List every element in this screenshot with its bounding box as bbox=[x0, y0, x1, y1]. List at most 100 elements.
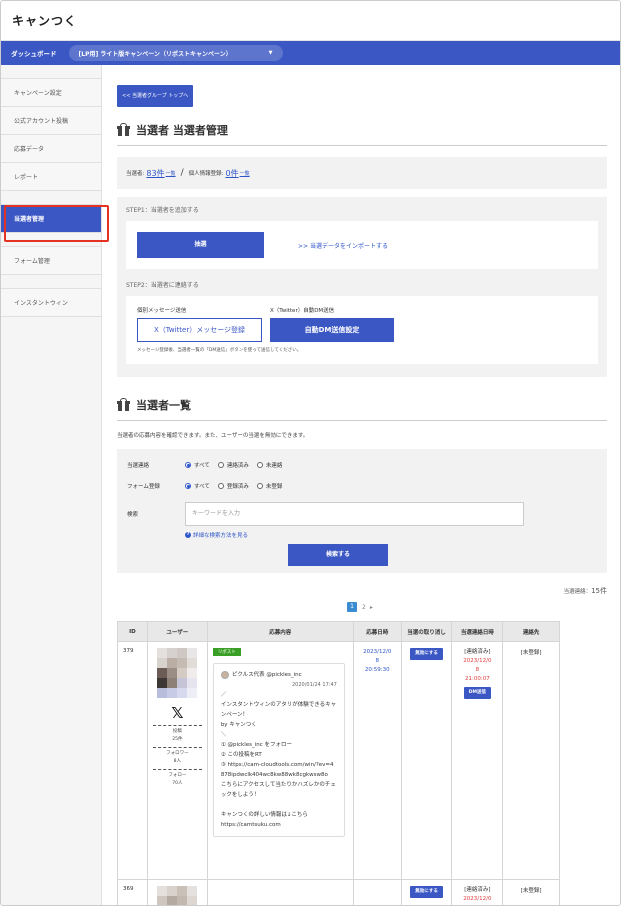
import-winners-link[interactable]: >> 当選データをインポートする bbox=[298, 241, 388, 250]
row-id: 369 bbox=[117, 879, 148, 905]
row-id: 379 bbox=[117, 641, 148, 880]
contact-info-cell: [未登録] bbox=[502, 641, 560, 880]
user-cell bbox=[146, 879, 208, 905]
contact-radio-uncontacted[interactable]: 未連絡 bbox=[256, 461, 282, 469]
contact-filter-label: 当選連絡 bbox=[127, 463, 150, 469]
section-title-management: 当選者 当選者管理 bbox=[117, 122, 607, 146]
step1-panel: 抽選 >> 当選データをインポートする bbox=[126, 221, 598, 269]
steps-panel: STEP1：当選者を追加する 抽選 >> 当選データをインポートする STEP2… bbox=[117, 197, 607, 377]
tweet-line: ／ bbox=[220, 692, 227, 698]
app-window: キャンつく ダッシュボード [LP用] ライト版キャンペーン（リポストキャンペー… bbox=[0, 0, 621, 906]
contact-count: 当選連絡：15件 bbox=[563, 587, 607, 595]
contact-date-cell: [連絡済み] 2023/12/0 bbox=[451, 879, 504, 905]
auto-dm-settings-button[interactable]: 自動DM送信設定 bbox=[270, 318, 394, 342]
winners-count-link[interactable]: 83件 bbox=[146, 168, 164, 179]
form-filter-label: フォーム登録 bbox=[127, 484, 160, 490]
personal-count-link[interactable]: 0件 bbox=[225, 168, 238, 179]
sidebar-item-campaign-settings[interactable]: キャンペーン設定 bbox=[1, 79, 101, 107]
tweet-header: ピクルス代表 @pickles_inc bbox=[220, 670, 337, 680]
user-stats: 投稿 25件 bbox=[152, 725, 202, 744]
app-logo[interactable]: キャンつく bbox=[12, 12, 609, 29]
sidebar-item-forms[interactable]: フォーム管理 bbox=[1, 247, 101, 275]
lottery-button[interactable]: 抽選 bbox=[137, 232, 264, 258]
col-contact-date[interactable]: 当選連絡日時 bbox=[451, 621, 504, 642]
invalidate-button[interactable]: 無効にする bbox=[410, 886, 443, 898]
tweet-line: https://camtsuku.com bbox=[220, 822, 281, 828]
page-current[interactable]: 1 bbox=[347, 602, 357, 612]
form-filter-row: フォーム登録 すべて 登録済み 未登録 bbox=[127, 481, 597, 491]
contact-date-cell: [連絡済み] 2023/12/0 8 21:00:07 DM送信 bbox=[451, 641, 504, 880]
table-row: 369 無効にする [連絡済み] 2023/12/0 [未登録] bbox=[117, 879, 560, 905]
register-message-button[interactable]: X（Twitter）メッセージ登録 bbox=[137, 318, 262, 342]
keyword-input[interactable]: キーワードを入力 bbox=[185, 502, 524, 526]
main-content: << 当選者グループ トップへ 当選者 当選者管理 当選者: 83件 一覧 / … bbox=[102, 65, 620, 905]
dm-send-button[interactable]: DM送信 bbox=[463, 687, 491, 699]
dashboard-link[interactable]: ダッシュボード bbox=[11, 48, 57, 58]
col-id[interactable]: ID bbox=[117, 621, 148, 642]
col-user[interactable]: ユーザー bbox=[146, 621, 208, 642]
contact-radio-all[interactable]: すべて bbox=[185, 461, 210, 469]
sidebar-item-entries[interactable]: 応募データ bbox=[1, 135, 101, 163]
repost-badge: リポスト bbox=[212, 648, 241, 656]
avatar-mosaic[interactable] bbox=[157, 886, 198, 905]
contact-status: [連絡済み] bbox=[464, 887, 491, 893]
campaign-select[interactable]: [LP用] ライト版キャンペーン（リポストキャンペーン） ▼ bbox=[68, 45, 283, 61]
form-radio-registered[interactable]: 登録済み bbox=[217, 482, 249, 490]
user-stats: フォロワー 8人 bbox=[152, 747, 202, 766]
winner-stats: 当選者: 83件 一覧 / 個人情報登録: 0件 一覧 bbox=[117, 157, 607, 189]
tweet-line: インスタントウィンのアタリが体験できるキャンペーン！ bbox=[220, 702, 337, 718]
form-radio-all[interactable]: すべて bbox=[185, 482, 210, 490]
keyword-label: 検索 bbox=[127, 512, 139, 518]
nav-bar: ダッシュボード [LP用] ライト版キャンペーン（リポストキャンペーン） ▼ bbox=[1, 41, 620, 65]
personal-label: 個人情報登録: bbox=[188, 171, 224, 177]
sidebar-item-official-posts[interactable]: 公式アカウント投稿 bbox=[1, 107, 101, 135]
help-icon: ? bbox=[185, 532, 191, 538]
col-entry[interactable]: 応募内容 bbox=[206, 621, 354, 642]
keyword-row: 検索 キーワードを入力 bbox=[127, 502, 597, 526]
tweet-line bbox=[221, 800, 337, 810]
highlight-frame bbox=[4, 205, 109, 242]
entry-date[interactable]: 2023/12/0 8 20:59:30 bbox=[359, 648, 396, 675]
sidebar-item-instant-win[interactable]: インスタントウィン bbox=[1, 289, 101, 317]
stats-divider: / bbox=[180, 168, 184, 178]
sidebar-spacer bbox=[1, 65, 101, 79]
contact-info-cell: [未登録] bbox=[502, 879, 560, 905]
tweet-line: キャンつくの詳しい情報は↓こちら bbox=[220, 812, 308, 818]
x-logo-icon[interactable]: 𝕏 bbox=[153, 704, 202, 722]
sidebar-item-report[interactable]: レポート bbox=[1, 163, 101, 191]
entry-date-cell: 2023/12/0 8 20:59:30 bbox=[352, 641, 402, 880]
sidebar-spacer bbox=[1, 191, 101, 205]
next-page-icon[interactable]: ▸ bbox=[370, 604, 373, 611]
form-radio-unregistered[interactable]: 未登録 bbox=[256, 482, 282, 490]
search-button[interactable]: 検索する bbox=[288, 544, 388, 566]
step2-label: STEP2：当選者に連絡する bbox=[126, 282, 199, 289]
invalidate-button[interactable]: 無効にする bbox=[410, 648, 443, 660]
entry-cell bbox=[206, 879, 354, 905]
col-cancel: 当選の取り消し bbox=[400, 621, 453, 642]
back-to-group-button[interactable]: << 当選者グループ トップへ bbox=[117, 85, 194, 107]
cancel-cell: 無効にする bbox=[400, 641, 453, 880]
tweet-line: ＼ bbox=[220, 732, 227, 738]
contact-date: 2023/12/0 bbox=[463, 896, 492, 902]
tweet-line: ② この投稿をRT bbox=[220, 752, 262, 758]
contact-radio-contacted[interactable]: 連絡済み bbox=[217, 461, 249, 469]
auto-dm-label: X（Twitter）自動DM送信 bbox=[270, 308, 335, 314]
gift-icon bbox=[117, 398, 130, 411]
avatar-mosaic[interactable] bbox=[157, 648, 198, 698]
tweet-line: ① @pickles_inc をフォロー bbox=[220, 742, 293, 748]
step2-note: メッセージ登録後、当選者一覧の「DM送信」ボタンを使って送信してください。 bbox=[137, 348, 302, 353]
sidebar: キャンペーン設定 公式アカウント投稿 応募データ レポート 当選者管理 フォーム… bbox=[1, 65, 102, 905]
col-contact-info: 連絡先 bbox=[502, 621, 560, 642]
tweet-line: by キャンつく bbox=[220, 722, 257, 728]
page-2[interactable]: 2 bbox=[362, 604, 366, 611]
col-entry-date[interactable]: 応募日時 bbox=[352, 621, 402, 642]
tweet-date: 2020/01/24 17:47 bbox=[291, 682, 337, 688]
tweet-card[interactable]: ピクルス代表 @pickles_inc 2020/01/24 17:47 ／ イン… bbox=[212, 663, 345, 837]
step2-panel: 個別メッセージ送信 X（Twitter）メッセージ登録 X（Twitter）自動… bbox=[126, 296, 598, 364]
winners-label: 当選者: bbox=[126, 171, 145, 177]
individual-message-label: 個別メッセージ送信 bbox=[137, 308, 187, 314]
personal-list-link[interactable]: 一覧 bbox=[240, 170, 250, 177]
winners-list-link[interactable]: 一覧 bbox=[166, 170, 176, 177]
search-help-link[interactable]: ? 詳細な検索方法を見る bbox=[185, 531, 597, 539]
user-stats: フォロー 70人 bbox=[152, 769, 202, 788]
